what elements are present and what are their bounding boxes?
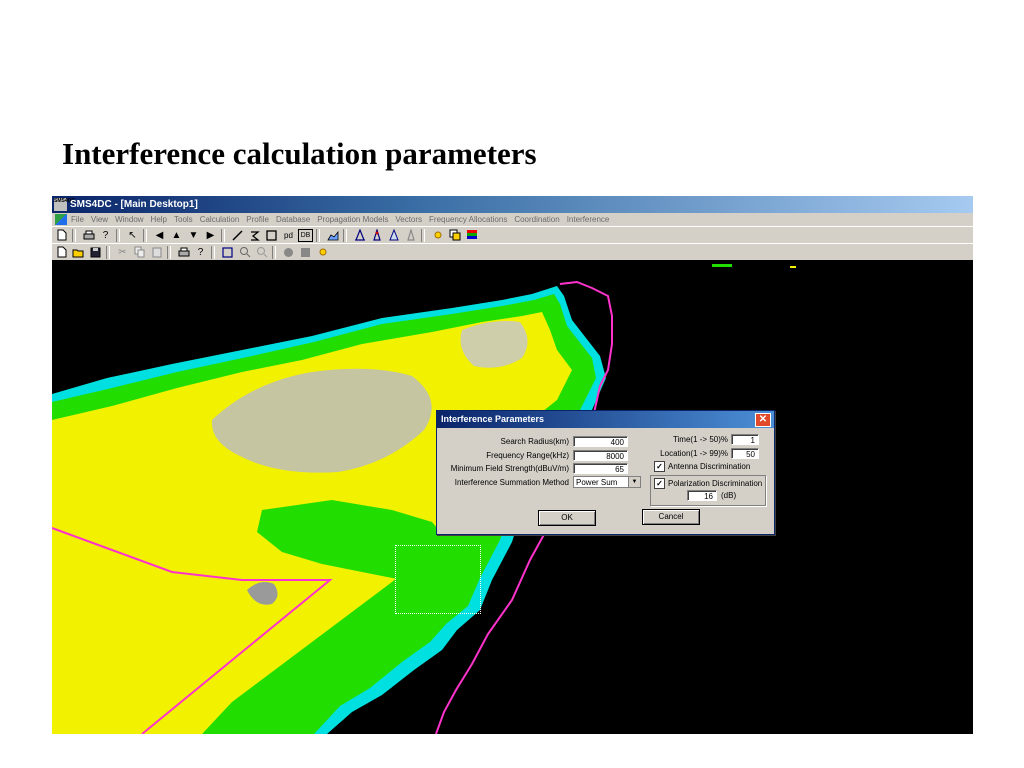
location-field[interactable]: 50 [731,448,759,459]
chevron-down-icon[interactable]: ▼ [628,477,640,487]
island-marker [712,264,732,267]
arrow-up-icon[interactable]: ▲ [169,229,184,242]
polarization-discrimination-field[interactable]: 16 [687,490,717,501]
plot-icon[interactable]: pd [281,229,296,242]
paste-icon[interactable] [149,246,164,259]
menu-propagation-models[interactable]: Propagation Models [317,213,388,226]
menu-profile[interactable]: Profile [246,213,269,226]
menu-file[interactable]: File [71,213,84,226]
save-icon[interactable] [88,246,103,259]
copy-icon[interactable] [447,229,462,242]
menu-view[interactable]: View [91,213,108,226]
toolbar-separator [72,228,76,242]
sun-icon[interactable] [315,246,330,259]
arrow-right-icon[interactable]: ▶ [203,229,218,242]
toolbar-separator [143,228,147,242]
help-icon[interactable]: ? [98,229,113,242]
mast-icon[interactable] [403,229,418,242]
open-icon[interactable] [71,246,86,259]
standard-toolbar: ✂ ? [52,243,973,261]
toolbar-separator [316,228,320,242]
zoom-icon[interactable] [220,246,235,259]
search-radius-label: Search Radius(km) [500,437,569,446]
arrow-down-icon[interactable]: ▼ [186,229,201,242]
pointer-icon[interactable]: ↖ [125,229,140,242]
sun-icon[interactable] [430,229,445,242]
cancel-button[interactable]: Cancel [642,509,700,525]
antenna-icon[interactable] [386,229,401,242]
cut-icon[interactable]: ✂ [115,246,130,259]
menu-coordination[interactable]: Coordination [514,213,559,226]
circle-icon[interactable] [281,246,296,259]
line-icon[interactable] [230,229,245,242]
polyline-icon[interactable] [247,229,262,242]
polarization-unit-label: (dB) [721,491,737,500]
chart-icon[interactable] [325,229,340,242]
antenna-discrimination-checkbox[interactable]: ✓ [654,461,665,472]
window-title: SMS4DC - [Main Desktop1] [70,199,198,210]
palette-icon[interactable] [464,229,479,242]
station-icon[interactable] [369,229,384,242]
menu-database[interactable]: Database [276,213,310,226]
app-window: SMS4DC SMS4DC - [Main Desktop1] File Vie… [52,196,973,734]
summation-method-value: Power Sum [576,478,618,487]
new-icon[interactable] [54,246,69,259]
menu-calculation[interactable]: Calculation [200,213,240,226]
island-marker [790,266,796,268]
min-field-strength-field[interactable]: 65 [573,463,628,474]
interference-parameters-dialog: Interference Parameters ✕ Search Radius(… [436,410,775,535]
print-icon[interactable] [81,229,96,242]
menu-interference[interactable]: Interference [567,213,610,226]
menu-bar: File View Window Help Tools Calculation … [52,213,973,226]
toolbar-separator [272,245,276,259]
window-titlebar[interactable]: SMS4DC SMS4DC - [Main Desktop1] [52,196,973,213]
frequency-range-field[interactable]: 8000 [573,450,628,461]
polarization-discrimination-label: Polarization Discrimination [668,479,763,488]
zoom-in-icon[interactable] [237,246,252,259]
database-icon[interactable]: DB [298,228,313,242]
location-label: Location(1 -> 99)% [660,449,728,458]
toolbar-separator [421,228,425,242]
time-label: Time(1 -> 50)% [672,435,728,444]
new-icon[interactable] [54,229,69,242]
stop-icon[interactable] [298,246,313,259]
menu-window[interactable]: Window [115,213,143,226]
help-icon[interactable]: ? [193,246,208,259]
zoom-out-icon[interactable] [254,246,269,259]
menu-tools[interactable]: Tools [174,213,193,226]
toolbar-separator [221,228,225,242]
toolbar-separator [211,245,215,259]
main-toolbar: ? ↖ ◀ ▲ ▼ ▶ pd DB [52,226,973,243]
toolbar-separator [167,245,171,259]
print-icon[interactable] [176,246,191,259]
menu-vectors[interactable]: Vectors [395,213,422,226]
ok-button[interactable]: OK [538,510,596,526]
summation-method-label: Interference Summation Method [454,478,569,487]
slide-title: Interference calculation parameters [62,136,537,171]
search-radius-field[interactable]: 400 [573,436,628,447]
antenna-discrimination-label: Antenna Discrimination [668,462,751,471]
copy-icon[interactable] [132,246,147,259]
summation-method-select[interactable]: Power Sum ▼ [573,476,641,488]
toolbar-separator [343,228,347,242]
menu-help[interactable]: Help [151,213,167,226]
min-field-strength-label: Minimum Field Strength(dBuV/m) [450,464,569,473]
polarization-discrimination-checkbox[interactable]: ✓ [654,478,665,489]
toolbar-separator [106,245,110,259]
selection-rectangle [395,545,481,614]
toolbar-separator [116,228,120,242]
app-logo-icon: SMS4DC [54,198,75,211]
close-icon[interactable]: ✕ [755,413,771,427]
frequency-range-label: Frequency Range(kHz) [486,451,569,460]
dialog-title[interactable]: Interference Parameters [437,411,774,428]
document-menu-icon[interactable] [55,214,67,225]
tower-icon[interactable] [352,229,367,242]
rectangle-icon[interactable] [264,229,279,242]
arrow-left-icon[interactable]: ◀ [152,229,167,242]
time-field[interactable]: 1 [731,434,759,445]
menu-frequency-allocations[interactable]: Frequency Allocations [429,213,507,226]
